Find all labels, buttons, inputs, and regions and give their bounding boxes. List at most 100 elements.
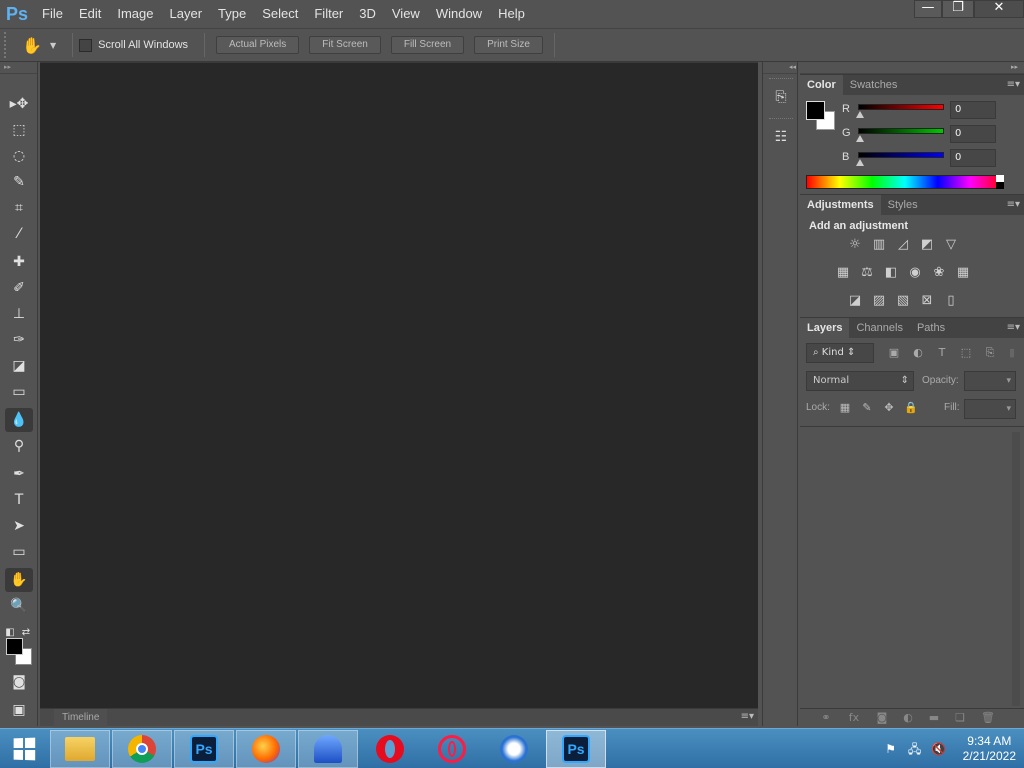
brush-tool-icon[interactable]: ✐ [5, 276, 33, 300]
menu-help[interactable]: Help [490, 0, 533, 28]
quick-mask-icon[interactable]: ◙ [5, 670, 33, 694]
expand-dock-icon[interactable]: ◂◂ [763, 62, 797, 74]
curves-icon[interactable]: ◿ [894, 237, 912, 253]
blur-tool-icon[interactable]: 💧 [5, 408, 33, 432]
tab-styles[interactable]: Styles [881, 195, 925, 215]
layer-filter-kind-dropdown[interactable]: ⌕ Kind ⇕ [806, 343, 874, 363]
taskbar-photoshop[interactable]: Ps [174, 729, 234, 768]
menu-select[interactable]: Select [254, 0, 306, 28]
lock-position-icon[interactable]: ✥ [882, 401, 896, 415]
delete-layer-icon[interactable]: 🗑 [980, 711, 996, 725]
collapse-panels-icon[interactable]: ▸▸ [800, 62, 1024, 74]
hand-tool-icon[interactable]: ✋ [5, 568, 33, 592]
taskbar-chrome[interactable] [112, 729, 172, 768]
menu-3d[interactable]: 3D [351, 0, 384, 28]
document-canvas[interactable] [40, 62, 758, 708]
filter-type-icon[interactable]: T [934, 346, 950, 360]
taskbar-photoshop-running[interactable]: Ps [546, 729, 606, 768]
channel-value-field[interactable]: 0 [950, 101, 996, 119]
taskbar-opera-gx[interactable] [422, 730, 482, 768]
close-button[interactable]: ✕ [974, 0, 1024, 18]
layers-list[interactable] [800, 426, 1024, 712]
panel-menu-icon[interactable]: ≡▾ [1007, 322, 1020, 333]
menu-file[interactable]: File [34, 0, 71, 28]
collapse-tools-icon[interactable]: ▸▸ [0, 62, 37, 74]
slider-thumb-icon[interactable] [856, 111, 864, 118]
healing-brush-tool-icon[interactable]: ✚ [5, 250, 33, 274]
invert-icon[interactable]: ◪ [846, 293, 864, 309]
color-lookup-icon[interactable]: ▦ [954, 265, 972, 281]
color-spectrum-ramp[interactable] [806, 175, 1004, 189]
start-button[interactable] [0, 729, 48, 768]
channel-value-field[interactable]: 0 [950, 125, 996, 143]
foreground-color-swatch[interactable] [6, 638, 23, 655]
history-brush-tool-icon[interactable]: ✑ [5, 328, 33, 352]
hue-saturation-icon[interactable]: ▦ [834, 265, 852, 281]
tool-preset-dropdown-icon[interactable]: ▼ [50, 41, 56, 50]
channel-slider[interactable] [858, 104, 944, 110]
scroll-all-windows-checkbox[interactable] [79, 38, 93, 52]
timeline-tab[interactable]: Timeline [54, 709, 108, 727]
lock-transparent-icon[interactable]: ▦ [838, 401, 852, 415]
taskbar-opera[interactable] [360, 730, 420, 768]
layers-scrollbar[interactable] [1012, 432, 1020, 706]
menu-layer[interactable]: Layer [162, 0, 211, 28]
new-layer-icon[interactable]: ❏ [952, 711, 968, 725]
panel-menu-icon[interactable]: ≡▾ [1007, 199, 1020, 210]
vibrance-icon[interactable]: ▽ [942, 237, 960, 253]
black-white-icon[interactable]: ◧ [882, 265, 900, 281]
filter-adjustment-icon[interactable]: ◐ [910, 346, 926, 360]
path-selection-tool-icon[interactable]: ➤ [5, 514, 33, 538]
lasso-tool-icon[interactable]: ◌ [5, 144, 33, 168]
dodge-tool-icon[interactable]: ⚲ [5, 434, 33, 458]
rectangle-tool-icon[interactable]: ▭ [5, 540, 33, 564]
tab-layers[interactable]: Layers [800, 318, 850, 338]
slider-thumb-icon[interactable] [856, 135, 864, 142]
tab-adjustments[interactable]: Adjustments [800, 195, 881, 215]
clone-stamp-tool-icon[interactable]: ⊥ [5, 302, 33, 326]
clock[interactable]: 9:34 AM 2/21/2022 [963, 734, 1016, 764]
screen-mode-icon[interactable]: ▣ [5, 698, 33, 722]
filter-toggle-icon[interactable]: ▮ [1004, 346, 1020, 360]
quick-select-tool-icon[interactable]: ✎ [5, 170, 33, 194]
new-adjustment-layer-icon[interactable]: ◐ [900, 711, 916, 725]
black-white-swatch[interactable] [996, 175, 1004, 189]
exposure-icon[interactable]: ◩ [918, 237, 936, 253]
photo-filter-icon[interactable]: ◉ [906, 265, 924, 281]
gradient-map-icon[interactable]: ⊠ [918, 293, 936, 309]
menu-view[interactable]: View [384, 0, 428, 28]
new-group-icon[interactable]: ▬ [926, 711, 942, 725]
add-mask-icon[interactable]: ◙ [874, 711, 890, 725]
taskbar-file-explorer[interactable] [50, 729, 110, 768]
fill-field[interactable]: ▾ [964, 399, 1016, 419]
taskbar-thunderbird[interactable] [484, 730, 544, 768]
filter-shape-icon[interactable]: ⬚ [958, 346, 974, 360]
link-layers-icon[interactable]: ⚭ [818, 711, 834, 725]
color-foreground-swatch[interactable] [806, 101, 825, 120]
slider-thumb-icon[interactable] [856, 159, 864, 166]
options-bar-grip[interactable] [4, 32, 14, 58]
tab-paths[interactable]: Paths [910, 318, 952, 338]
threshold-icon[interactable]: ▧ [894, 293, 912, 309]
dock-grip[interactable] [769, 118, 793, 119]
levels-icon[interactable]: ▥ [870, 237, 888, 253]
dock-grip[interactable] [769, 78, 793, 79]
channel-mixer-icon[interactable]: ❀ [930, 265, 948, 281]
channel-slider[interactable] [858, 152, 944, 158]
gradient-tool-icon[interactable]: ▭ [5, 380, 33, 404]
print-size-button[interactable]: Print Size [474, 36, 543, 54]
menu-window[interactable]: Window [428, 0, 490, 28]
type-tool-icon[interactable]: T [5, 488, 33, 512]
menu-filter[interactable]: Filter [306, 0, 351, 28]
pen-tool-icon[interactable]: ✒ [5, 462, 33, 486]
menu-type[interactable]: Type [210, 0, 254, 28]
layer-style-fx-icon[interactable]: fx [846, 711, 862, 725]
timeline-menu-icon[interactable]: ≡▾ [741, 711, 754, 722]
fit-screen-button[interactable]: Fit Screen [309, 36, 381, 54]
filter-smart-object-icon[interactable]: ⎘ [982, 346, 998, 360]
restore-button[interactable]: ❐ [942, 0, 974, 18]
actual-pixels-button[interactable]: Actual Pixels [216, 36, 300, 54]
taskbar-firefox[interactable] [236, 729, 296, 768]
volume-muted-icon[interactable]: 🔇 [930, 740, 948, 758]
network-icon[interactable]: 🖧 [906, 740, 924, 758]
